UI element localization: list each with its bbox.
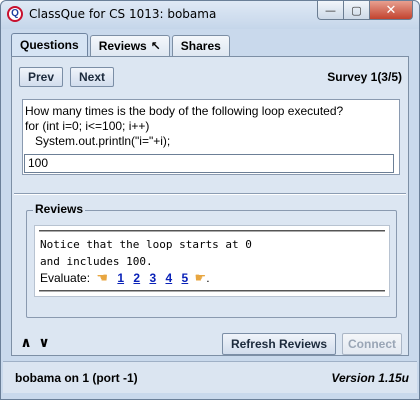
review-line: and includes 100. xyxy=(40,255,153,268)
connection-status: bobama on 1 (port -1) xyxy=(15,371,138,385)
rating-link-5[interactable]: 5 xyxy=(182,271,189,285)
scroll-up-button[interactable]: ∧ xyxy=(18,335,34,351)
thumbs-up-icon: ☛ xyxy=(194,271,207,286)
rating-link-3[interactable]: 3 xyxy=(149,271,156,285)
evaluate-label: Evaluate: xyxy=(40,271,91,285)
question-line: for (int i=0; i<=100; i++) xyxy=(25,119,150,133)
review-rule-top xyxy=(39,230,385,232)
app-logo-icon: Q xyxy=(7,6,23,22)
version-label: Version 1.15u xyxy=(331,371,409,385)
evaluate-row: Evaluate: ☚ 1 2 3 4 5 ☛. xyxy=(40,271,210,286)
tab-shares[interactable]: Shares xyxy=(171,35,230,57)
maximize-button[interactable]: ▢ xyxy=(343,1,369,20)
thumbs-down-icon: ☚ xyxy=(96,271,109,286)
tab-label: Shares xyxy=(180,39,221,53)
tab-reviews[interactable]: Reviews ↖ xyxy=(89,35,170,57)
maximize-icon: ▢ xyxy=(351,3,362,17)
window-title: ClassQue for CS 1013: bobama xyxy=(29,7,217,21)
tab-label: Reviews xyxy=(98,39,147,53)
review-line: Notice that the loop starts at 0 xyxy=(40,238,252,251)
scroll-down-button[interactable]: ∨ xyxy=(36,335,52,351)
close-button[interactable]: ✕ xyxy=(369,1,413,20)
title-bar: Q ClassQue for CS 1013: bobama — ▢ ✕ xyxy=(1,1,419,29)
status-bar: bobama on 1 (port -1) Version 1.15u xyxy=(3,361,417,393)
tab-label: Questions xyxy=(20,38,79,52)
chevron-up-icon: ∧ xyxy=(20,335,32,351)
app-window: Q ClassQue for CS 1013: bobama — ▢ ✕ Que… xyxy=(0,0,420,400)
next-button[interactable]: Next xyxy=(70,67,114,87)
divider xyxy=(14,193,406,195)
refresh-reviews-button[interactable]: Refresh Reviews xyxy=(222,333,336,355)
answer-input[interactable]: 100 xyxy=(24,154,394,173)
reviews-group: Reviews Notice that the loop starts at 0… xyxy=(26,202,397,318)
survey-label: Survey 1 xyxy=(327,70,378,84)
tab-questions[interactable]: Questions xyxy=(11,33,88,57)
rating-link-2[interactable]: 2 xyxy=(133,271,140,285)
connect-button[interactable]: Connect xyxy=(342,333,402,355)
rating-link-1[interactable]: 1 xyxy=(117,271,124,285)
survey-count: (3/5) xyxy=(377,70,402,84)
close-icon: ✕ xyxy=(385,2,397,18)
chevron-down-icon: ∨ xyxy=(38,335,50,351)
reviews-legend: Reviews xyxy=(33,202,86,216)
tab-bar: Questions Reviews ↖ Shares xyxy=(11,33,232,57)
window-controls: — ▢ ✕ xyxy=(317,1,413,21)
prev-button[interactable]: Prev xyxy=(19,67,63,87)
question-line: System.out.println("i="+i); xyxy=(25,134,171,148)
rating-link-4[interactable]: 4 xyxy=(165,271,172,285)
survey-indicator: Survey 1(3/5) xyxy=(327,70,402,84)
question-line: How many times is the body of the follow… xyxy=(25,104,344,118)
minimize-icon: — xyxy=(325,3,336,17)
arrow-up-left-icon: ↖ xyxy=(150,39,161,53)
review-rule-bottom xyxy=(39,290,385,292)
minimize-button[interactable]: — xyxy=(317,1,343,20)
questions-panel: Prev Next Survey 1(3/5) How many times i… xyxy=(11,56,409,356)
review-content: Notice that the loop starts at 0 and inc… xyxy=(34,225,390,297)
